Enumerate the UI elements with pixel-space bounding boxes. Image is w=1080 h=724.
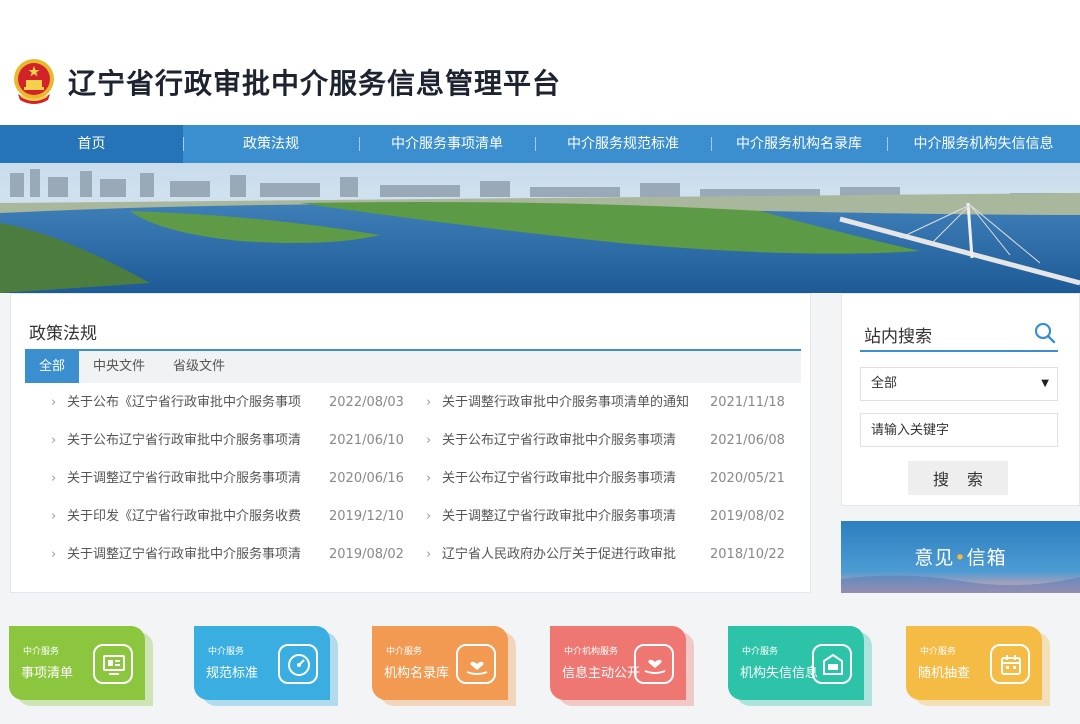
news-title[interactable]: 关于印发《辽宁省行政审批中介服务收费	[67, 498, 311, 536]
tile-title: 机构失信信息	[740, 666, 819, 681]
news-list-right: › 关于调整行政审批中介服务事项清单的通知 2021/11/18 › 关于公布辽宁省行…	[426, 384, 796, 574]
tile-dishonesty[interactable]: 中介服务 机构失信信息	[728, 626, 872, 706]
calendar-icon	[990, 644, 1030, 684]
news-item[interactable]: › 关于调整行政审批中介服务事项清单的通知 2021/11/18	[426, 384, 796, 422]
search-icon[interactable]	[1034, 322, 1056, 344]
search-scope-select[interactable]: 全部 ▼	[860, 367, 1058, 401]
tile-subtitle: 中介服务	[23, 647, 60, 657]
news-item[interactable]: › 关于调整辽宁省行政审批中介服务事项清 2020/06/16	[51, 460, 421, 498]
header: 辽宁省行政审批中介服务信息管理平台	[0, 0, 1080, 125]
news-date: 2019/08/02	[329, 547, 404, 562]
policy-panel: 政策法规 全部 中央文件 省级文件 › 关于公布《辽宁省行政审批中介服务事项 202…	[10, 293, 811, 593]
mailbox-label-part1: 意见	[914, 547, 955, 569]
news-date: 2020/06/16	[329, 471, 404, 486]
news-date: 2021/06/10	[329, 433, 404, 448]
tile-subtitle: 中介机构服务	[564, 647, 619, 657]
news-title[interactable]: 关于调整辽宁省行政审批中介服务事项清	[67, 536, 311, 574]
nav-item-directory[interactable]: 中介服务机构名录库	[711, 125, 887, 163]
site-title: 辽宁省行政审批中介服务信息管理平台	[68, 67, 562, 100]
news-item[interactable]: › 辽宁省人民政府办公厅关于促进行政审批 2018/10/22	[426, 536, 796, 574]
chevron-right-icon: ›	[426, 433, 432, 448]
news-title[interactable]: 关于公布《辽宁省行政审批中介服务事项	[67, 384, 311, 422]
news-date: 2020/05/21	[710, 471, 785, 486]
mailbox-label: 意见•信箱	[841, 543, 1080, 570]
nav-item-dishonesty[interactable]: 中介服务机构失信信息	[887, 125, 1080, 163]
tab-central[interactable]: 中央文件	[79, 351, 159, 383]
news-item[interactable]: › 关于调整辽宁省行政审批中介服务事项清 2019/08/02	[51, 536, 421, 574]
news-title[interactable]: 关于调整行政审批中介服务事项清单的通知	[442, 384, 704, 422]
policy-tabs: 全部 中央文件 省级文件	[25, 349, 801, 383]
news-title[interactable]: 关于调整辽宁省行政审批中介服务事项清	[442, 498, 704, 536]
tile-disclosure[interactable]: 中介机构服务 信息主动公开	[550, 626, 694, 706]
chevron-right-icon: ›	[51, 395, 57, 410]
news-item[interactable]: › 关于公布辽宁省行政审批中介服务事项清 2020/05/21	[426, 460, 796, 498]
site-search-title: 站内搜索	[864, 327, 932, 347]
list-screen-icon	[93, 644, 133, 684]
chevron-right-icon: ›	[51, 471, 57, 486]
nav-item-service-list[interactable]: 中介服务事项清单	[359, 125, 535, 163]
tile-title: 事项清单	[21, 666, 74, 681]
news-item[interactable]: › 关于公布辽宁省行政审批中介服务事项清 2021/06/10	[51, 422, 421, 460]
news-date: 2021/11/18	[710, 395, 785, 410]
chevron-right-icon: ›	[51, 509, 57, 524]
tile-title: 信息主动公开	[562, 666, 641, 681]
main-nav: 首页 政策法规 中介服务事项清单 中介服务规范标准 中介服务机构名录库 中介服务…	[0, 125, 1080, 163]
tile-subtitle: 中介服务	[208, 647, 245, 657]
tile-title: 规范标准	[206, 666, 259, 681]
search-button[interactable]: 搜索	[908, 461, 1008, 495]
tab-provincial[interactable]: 省级文件	[159, 351, 239, 383]
chevron-right-icon: ›	[51, 547, 57, 562]
tile-directory[interactable]: 中介服务 机构名录库	[372, 626, 516, 706]
tile-subtitle: 中介服务	[920, 647, 957, 657]
news-date: 2018/10/22	[710, 547, 785, 562]
tile-service-list[interactable]: 中介服务 事项清单	[9, 626, 153, 706]
inbox-icon	[812, 644, 852, 684]
nav-item-policy[interactable]: 政策法规	[183, 125, 359, 163]
search-scope-value: 全部	[871, 376, 898, 391]
news-item[interactable]: › 关于公布辽宁省行政审批中介服务事项清 2021/06/08	[426, 422, 796, 460]
caret-down-icon: ▼	[1041, 378, 1049, 389]
mailbox-dot: •	[954, 547, 967, 569]
mailbox-label-part2: 信箱	[966, 547, 1007, 569]
news-date: 2019/12/10	[329, 509, 404, 524]
policy-panel-title: 政策法规	[29, 324, 97, 344]
tile-subtitle: 中介服务	[742, 647, 779, 657]
news-date: 2019/08/02	[710, 509, 785, 524]
chevron-right-icon: ›	[426, 471, 432, 486]
news-title[interactable]: 关于公布辽宁省行政审批中介服务事项清	[67, 422, 311, 460]
nav-item-home[interactable]: 首页	[0, 125, 183, 163]
chevron-right-icon: ›	[51, 433, 57, 448]
chevron-right-icon: ›	[426, 547, 432, 562]
keyword-input[interactable]	[860, 413, 1058, 447]
tile-title: 随机抽查	[918, 666, 971, 681]
banner-image	[0, 163, 1080, 293]
news-item[interactable]: › 关于公布《辽宁省行政审批中介服务事项 2022/08/03	[51, 384, 421, 422]
tile-title: 机构名录库	[384, 666, 450, 681]
feedback-mailbox-banner[interactable]: 意见•信箱	[841, 521, 1080, 593]
hand-heart-icon	[456, 644, 496, 684]
search-title-underline	[860, 350, 1058, 352]
tile-subtitle: 中介服务	[386, 647, 423, 657]
tile-standards[interactable]: 中介服务 规范标准	[194, 626, 338, 706]
tab-all[interactable]: 全部	[25, 351, 80, 383]
chevron-right-icon: ›	[426, 395, 432, 410]
tile-random-check[interactable]: 中介服务 随机抽查	[906, 626, 1050, 706]
city-banner	[0, 163, 1080, 293]
news-title[interactable]: 关于调整辽宁省行政审批中介服务事项清	[67, 460, 311, 498]
news-date: 2022/08/03	[329, 395, 404, 410]
nav-item-standards[interactable]: 中介服务规范标准	[535, 125, 711, 163]
news-item[interactable]: › 关于印发《辽宁省行政审批中介服务收费 2019/12/10	[51, 498, 421, 536]
gauge-icon	[278, 644, 318, 684]
hand-heart-icon	[634, 644, 674, 684]
national-emblem-icon	[14, 59, 54, 104]
news-item[interactable]: › 关于调整辽宁省行政审批中介服务事项清 2019/08/02	[426, 498, 796, 536]
news-title[interactable]: 关于公布辽宁省行政审批中介服务事项清	[442, 460, 704, 498]
news-date: 2021/06/08	[710, 433, 785, 448]
news-title[interactable]: 关于公布辽宁省行政审批中介服务事项清	[442, 422, 704, 460]
news-title[interactable]: 辽宁省人民政府办公厅关于促进行政审批	[442, 536, 704, 574]
site-search-panel: 站内搜索 全部 ▼ 搜索	[841, 293, 1080, 506]
chevron-right-icon: ›	[426, 509, 432, 524]
news-list-left: › 关于公布《辽宁省行政审批中介服务事项 2022/08/03 › 关于公布辽宁省行政…	[51, 384, 421, 574]
